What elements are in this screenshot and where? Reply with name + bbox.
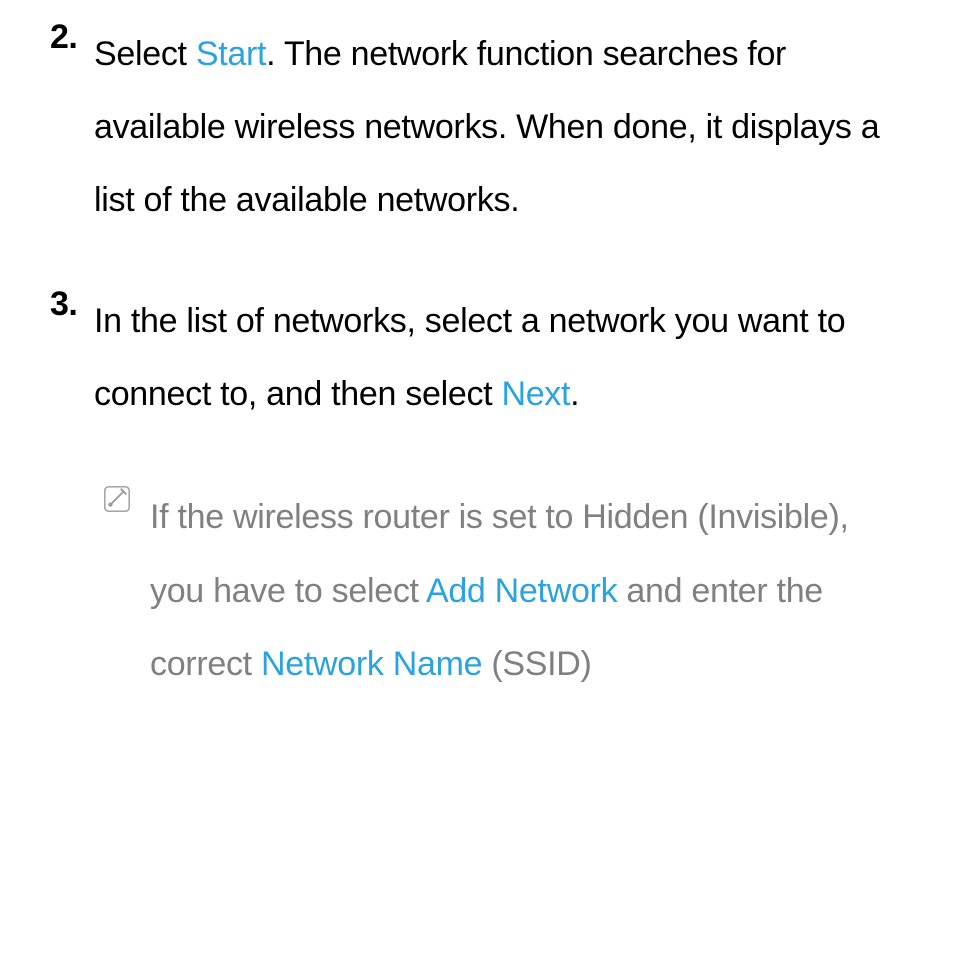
step-number-2: 2. [50,18,94,237]
step-2-content: Select Start. The network function searc… [94,18,904,237]
step-3-text-2: . [570,375,579,413]
step-2: 2. Select Start. The network function se… [50,18,904,237]
note-content: If the wireless router is set to Hidden … [150,481,904,700]
step-2-text-0: Select [94,35,196,73]
note-icon [102,481,150,700]
step-number-3: 3. [50,285,94,431]
note-highlight-add-network: Add Network [426,572,617,610]
step-2-highlight-start: Start [196,35,266,73]
note-text-4: (SSID) [482,645,591,683]
step-3: 3. In the list of networks, select a net… [50,285,904,431]
note-block: If the wireless router is set to Hidden … [50,481,904,700]
step-3-text-0: In the list of networks, select a networ… [94,302,845,413]
step-3-content: In the list of networks, select a networ… [94,285,904,431]
note-highlight-network-name: Network Name [261,645,482,683]
step-3-highlight-next: Next [501,375,570,413]
